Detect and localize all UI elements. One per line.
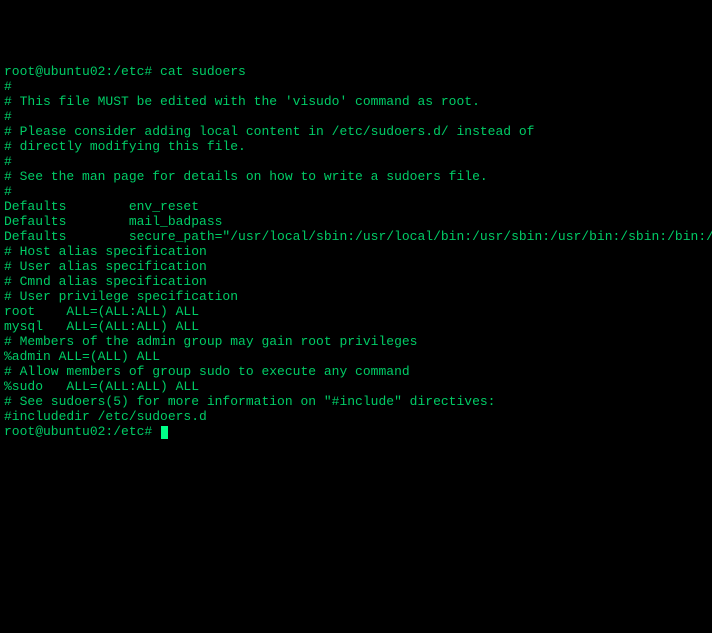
output-line: # [4,184,708,199]
output-line: # [4,79,708,94]
output-line: # See sudoers(5) for more information on… [4,394,708,409]
output-line: root ALL=(ALL:ALL) ALL [4,304,708,319]
terminal-window[interactable]: root@ubuntu02:/etc# cat sudoers## This f… [4,64,708,558]
output-line: # [4,109,708,124]
output-line: # This file MUST be edited with the 'vis… [4,94,708,109]
output-line: Defaults mail_badpass [4,214,708,229]
output-line: # [4,154,708,169]
output-line: # Cmnd alias specification [4,274,708,289]
output-line: # directly modifying this file. [4,139,708,154]
cursor-icon [161,426,168,439]
output-line: # Members of the admin group may gain ro… [4,334,708,349]
output-line: %admin ALL=(ALL) ALL [4,349,708,364]
output-line: Defaults secure_path="/usr/local/sbin:/u… [4,229,708,244]
shell-prompt: root@ubuntu02:/etc# [4,64,152,79]
output-line: Defaults env_reset [4,199,708,214]
output-line: # Allow members of group sudo to execute… [4,364,708,379]
command-text: cat sudoers [160,64,246,79]
output-line: mysql ALL=(ALL:ALL) ALL [4,319,708,334]
output-line: # User privilege specification [4,289,708,304]
command-line: root@ubuntu02:/etc# cat sudoers [4,64,708,79]
output-line: # Host alias specification [4,244,708,259]
output-line: %sudo ALL=(ALL:ALL) ALL [4,379,708,394]
output-line: #includedir /etc/sudoers.d [4,409,708,424]
prompt-line: root@ubuntu02:/etc# [4,424,708,439]
output-line: # User alias specification [4,259,708,274]
shell-prompt: root@ubuntu02:/etc# [4,424,152,439]
output-line: # See the man page for details on how to… [4,169,708,184]
output-line: # Please consider adding local content i… [4,124,708,139]
